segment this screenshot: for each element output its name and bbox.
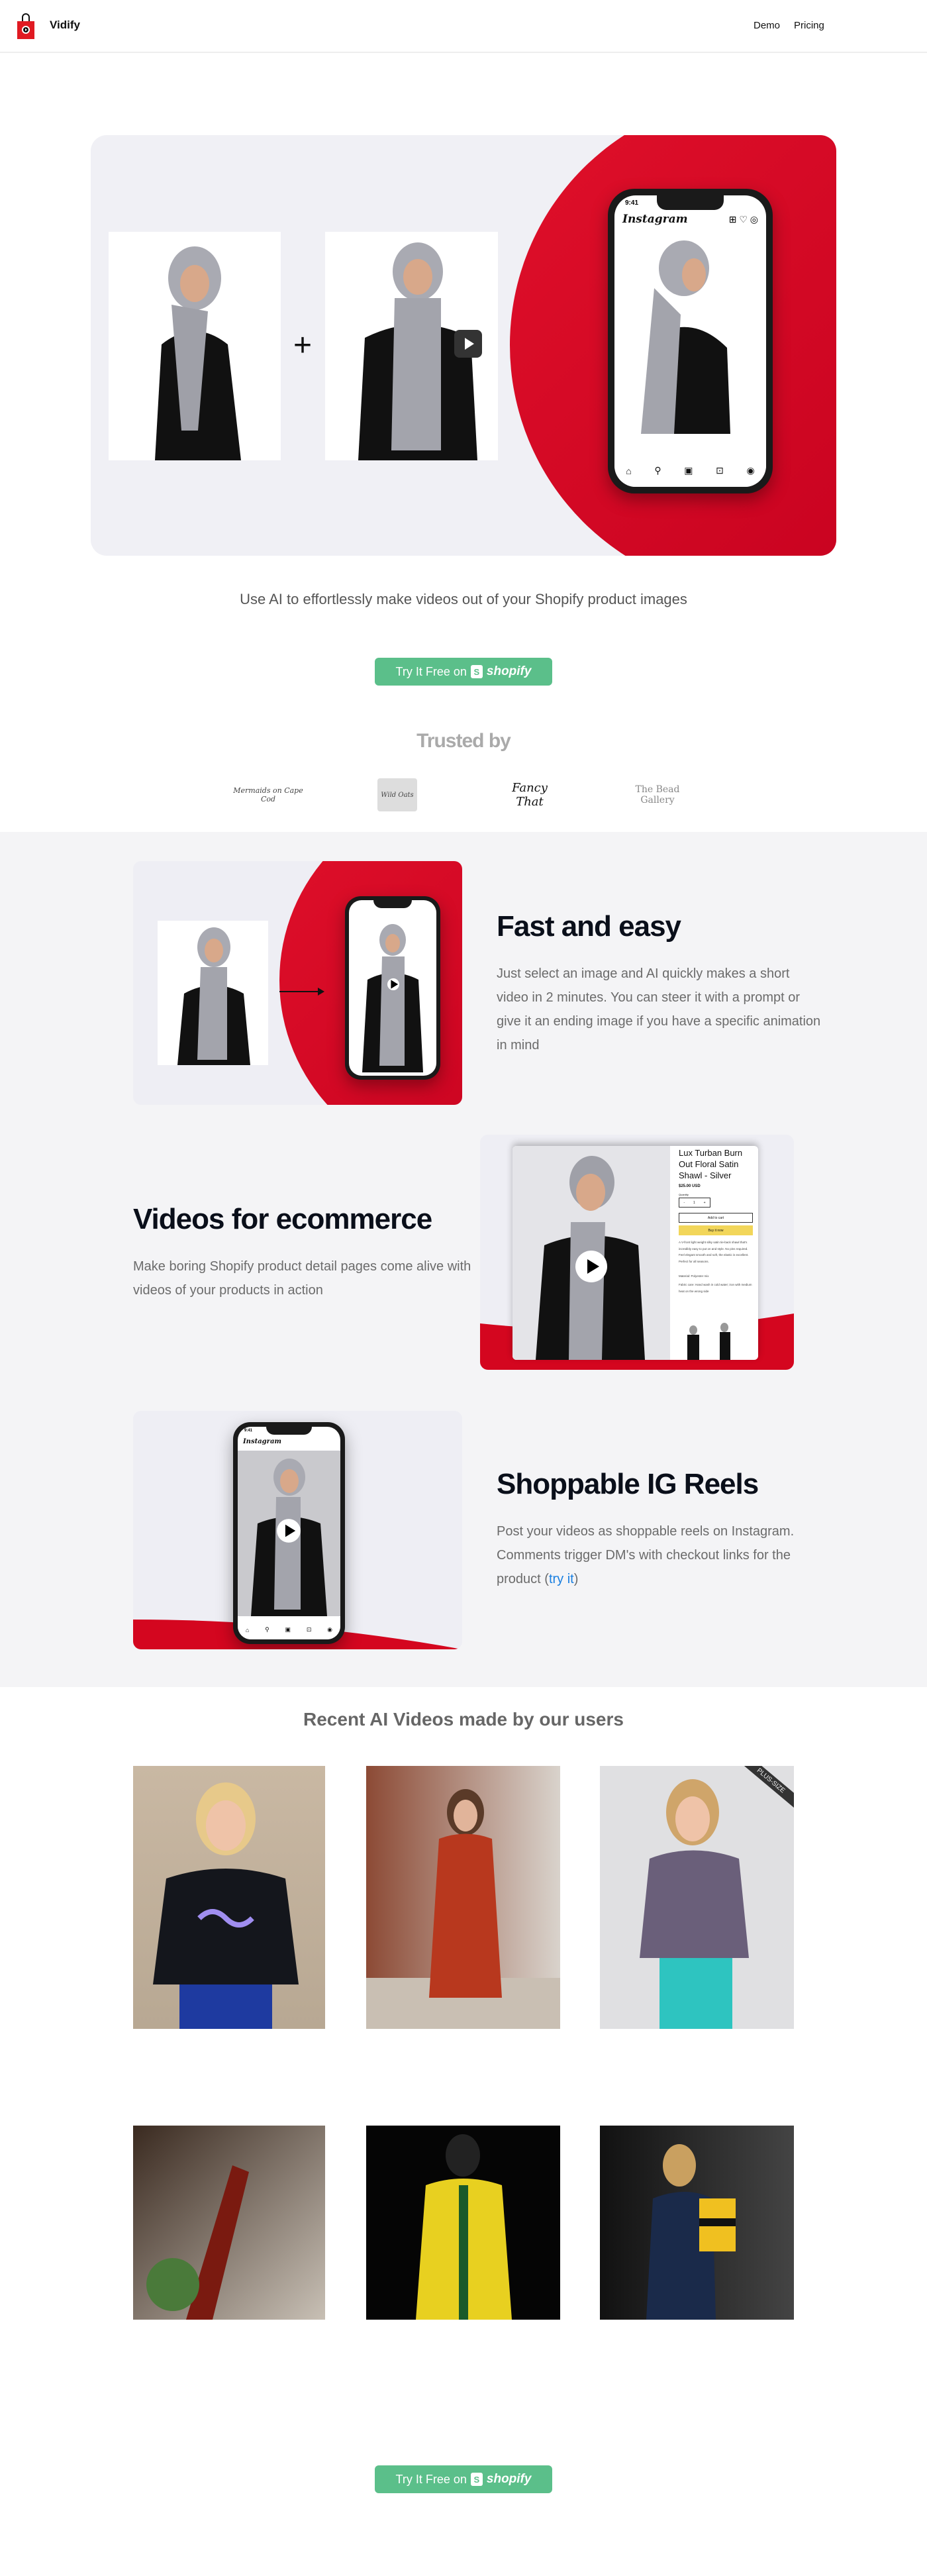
product-name: Lux Turban Burn Out Floral Satin Shawl -…	[679, 1148, 743, 1180]
shop-icon[interactable]: ⊡	[716, 465, 724, 476]
buy-now-button[interactable]: Buy it now	[679, 1225, 753, 1235]
try-free-shopify-button[interactable]: Try It Free on S shopify	[375, 658, 552, 686]
product-description: A V-front light weight silky satin tie-b…	[679, 1241, 749, 1263]
product-video[interactable]	[512, 1146, 670, 1360]
model-photo-icon	[687, 1325, 699, 1360]
shopify-bag-icon: S	[470, 665, 483, 678]
feature-description: Make boring Shopify product detail pages…	[133, 1259, 471, 1298]
shopify-wordmark: shopify	[486, 664, 532, 678]
home-icon[interactable]: ⌂	[626, 466, 631, 476]
phone-mockup: 9:41 Instagram ⌂ ⚲ ▣ ⊡ ◉	[233, 1422, 345, 1644]
cta-label: Try It Free on	[395, 664, 467, 678]
nav-pricing-link[interactable]: Pricing	[794, 20, 824, 31]
thumbnail-1[interactable]	[683, 1323, 703, 1360]
product-image	[109, 232, 281, 460]
product-details: Lux Turban Burn Out Floral Satin Shawl -…	[679, 1147, 753, 1294]
model-photo-icon	[362, 924, 423, 1072]
recent-videos-heading: Recent AI Videos made by our users	[303, 1709, 624, 1729]
model-photo-icon	[366, 1789, 560, 2029]
play-button[interactable]	[387, 978, 399, 990]
feature-title: Shoppable IG Reels	[497, 1468, 759, 1500]
product-page-mockup: Lux Turban Burn Out Floral Satin Shawl -…	[512, 1146, 758, 1360]
video-tile[interactable]	[366, 2126, 560, 2320]
feature-title: Videos for ecommerce	[133, 1203, 432, 1235]
phone-mockup: 9:41 Instagram ⊞ ♡ ◎ ⌂ ⚲ ▣ ⊡ ◉	[608, 189, 773, 493]
model-photo-icon	[155, 246, 241, 460]
feature-ecommerce-illustration: Lux Turban Burn Out Floral Satin Shawl -…	[480, 1135, 794, 1370]
shopify-wordmark: shopify	[486, 2472, 532, 2486]
model-photo-icon	[416, 2134, 512, 2320]
logo-bead-gallery: The Bead Gallery	[635, 784, 680, 805]
feature-title: Fast and easy	[497, 910, 681, 943]
ig-header-icons: ⊞ ♡ ◎	[728, 214, 758, 225]
reel-video[interactable]	[238, 1451, 340, 1616]
ig-bottom-nav: ⌂ ⚲ ▣ ⊡ ◉	[614, 454, 766, 487]
instagram-logo: Instagram	[243, 1438, 281, 1445]
thumbnail-2[interactable]	[714, 1321, 734, 1360]
product-price: $25.00 USD	[679, 1184, 701, 1188]
feature-fast-illustration	[133, 861, 462, 1105]
reels-icon[interactable]: ▣	[285, 1626, 291, 1633]
status-time: 9:41	[244, 1429, 253, 1433]
try-free-shopify-button-bottom[interactable]: Try It Free on S shopify	[375, 2465, 552, 2493]
shop-icon[interactable]: ⊡	[307, 1626, 312, 1633]
video-tile[interactable]	[133, 1766, 325, 2029]
search-icon[interactable]: ⚲	[265, 1626, 269, 1633]
plus-sign: +	[293, 328, 313, 363]
profile-icon[interactable]: ◉	[327, 1626, 332, 1633]
brand-name[interactable]: Vidify	[50, 19, 80, 32]
product-image	[158, 921, 268, 1065]
model-photo-icon	[153, 1782, 299, 2029]
play-icon[interactable]	[454, 330, 482, 358]
video-tile[interactable]	[366, 1766, 560, 2029]
status-time: 9:41	[625, 199, 639, 207]
video-tile[interactable]: PLUS-SIZE	[600, 1766, 794, 2029]
shopify-bag-icon: S	[470, 2473, 483, 2486]
site-header: Vidify Demo Pricing	[0, 0, 927, 53]
add-to-cart-button[interactable]: Add to cart	[679, 1213, 753, 1223]
arrow-icon	[279, 988, 324, 996]
video-preview[interactable]	[325, 232, 498, 460]
profile-icon[interactable]: ◉	[746, 465, 754, 476]
logo-wild-oats: Wild Oats	[377, 778, 417, 811]
vidify-logo-icon[interactable]	[17, 13, 35, 40]
product-care: Fabric care: Hand wash in cold water; ir…	[679, 1283, 752, 1293]
quantity-stepper[interactable]: -1 +	[679, 1198, 710, 1208]
model-photo-icon	[720, 1323, 730, 1360]
product-photo-icon	[146, 2165, 249, 2320]
ig-bottom-nav: ⌂ ⚲ ▣ ⊡ ◉	[238, 1620, 340, 1639]
logo-fancy-that: Fancy That	[512, 781, 548, 809]
feature-description: Post your videos as shoppable reels on I…	[497, 1524, 795, 1586]
model-photo-icon	[177, 927, 250, 1065]
model-photo-icon	[640, 1779, 749, 2029]
quantity-label: Quantity	[679, 1193, 689, 1196]
feature-description: Just select an image and AI quickly make…	[497, 966, 821, 1053]
play-button[interactable]	[277, 1519, 301, 1543]
search-icon[interactable]: ⚲	[654, 465, 661, 476]
play-button[interactable]	[575, 1251, 607, 1282]
logo-mermaids: Mermaids on Cape Cod	[233, 786, 303, 803]
model-photo-icon	[641, 240, 730, 434]
feature-reels-illustration: 9:41 Instagram ⌂ ⚲ ▣ ⊡ ◉	[133, 1411, 462, 1649]
cta-label: Try It Free on	[395, 2472, 467, 2486]
try-it-link[interactable]: try it	[549, 1572, 574, 1586]
video-tile[interactable]	[133, 2126, 325, 2320]
model-photo-icon	[646, 2144, 736, 2320]
trusted-by-heading: Trusted by	[416, 730, 511, 752]
hero-subtitle: Use AI to effortlessly make videos out o…	[240, 591, 687, 607]
phone-mockup	[345, 896, 440, 1080]
product-material: Material: Polyester mix	[679, 1274, 709, 1278]
home-icon[interactable]: ⌂	[246, 1627, 249, 1633]
video-tile[interactable]	[600, 2126, 794, 2320]
nav-demo-link[interactable]: Demo	[754, 20, 780, 31]
hero-illustration: + 9:41 Instagram ⊞ ♡ ◎ ⌂ ⚲ ▣ ⊡ ◉	[91, 135, 836, 556]
reels-icon[interactable]: ▣	[684, 465, 693, 476]
